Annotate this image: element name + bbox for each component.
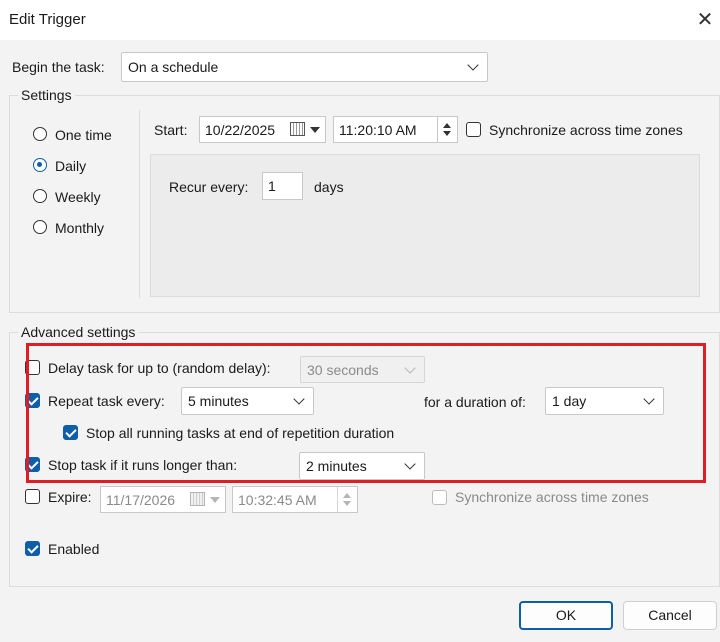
time-spinner[interactable] xyxy=(337,487,357,512)
expire-date-value: 11/17/2026 xyxy=(106,491,176,508)
time-spinner[interactable] xyxy=(437,117,457,142)
enabled-label[interactable]: Enabled xyxy=(48,540,99,558)
start-time-value: 11:20:10 AM xyxy=(339,121,417,138)
recur-every-label: Recur every: xyxy=(169,179,249,195)
enabled-checkbox[interactable] xyxy=(25,541,40,556)
expire-time-field[interactable]: 10:32:45 AM xyxy=(232,486,358,513)
start-date-value: 10/22/2025 xyxy=(205,121,276,138)
dropdown-arrow-icon[interactable] xyxy=(310,127,320,133)
expire-sync-label[interactable]: Synchronize across time zones xyxy=(455,488,649,506)
radio-daily[interactable] xyxy=(33,158,47,172)
expire-label[interactable]: Expire: xyxy=(48,488,92,506)
calendar-icon[interactable] xyxy=(290,122,305,136)
spin-up-icon[interactable] xyxy=(343,493,351,498)
recur-every-input[interactable]: 1 xyxy=(262,172,303,200)
advanced-settings-label: Advanced settings xyxy=(18,323,139,341)
sync-timezones-label[interactable]: Synchronize across time zones xyxy=(489,121,683,139)
ok-button[interactable]: OK xyxy=(519,601,613,630)
radio-daily-label[interactable]: Daily xyxy=(55,157,86,175)
dropdown-arrow-icon[interactable] xyxy=(210,497,220,503)
settings-divider xyxy=(139,110,140,298)
radio-one-time-label[interactable]: One time xyxy=(55,126,112,144)
recur-unit-label: days xyxy=(314,179,344,195)
calendar-icon[interactable] xyxy=(190,492,205,506)
radio-monthly[interactable] xyxy=(33,220,47,234)
spin-up-icon[interactable] xyxy=(443,123,451,128)
recur-every-value: 1 xyxy=(268,178,276,194)
radio-weekly[interactable] xyxy=(33,189,47,203)
start-label: Start: xyxy=(154,122,188,138)
start-date-picker[interactable]: 10/22/2025 xyxy=(199,116,326,143)
window-title: Edit Trigger xyxy=(9,11,86,28)
radio-monthly-label[interactable]: Monthly xyxy=(55,219,104,237)
cancel-button[interactable]: Cancel xyxy=(623,601,717,630)
settings-group-label: Settings xyxy=(18,86,75,104)
recurrence-panel xyxy=(150,154,700,297)
radio-weekly-label[interactable]: Weekly xyxy=(55,188,101,206)
expire-date-picker[interactable]: 11/17/2026 xyxy=(100,486,226,513)
begin-task-value: On a schedule xyxy=(128,59,219,75)
begin-task-label: Begin the task: xyxy=(12,59,105,75)
begin-task-dropdown[interactable]: On a schedule xyxy=(121,52,488,82)
highlight-box xyxy=(26,343,706,483)
title-bar: Edit Trigger ✕ xyxy=(0,0,720,40)
spin-down-icon[interactable] xyxy=(443,131,451,136)
start-time-field[interactable]: 11:20:10 AM xyxy=(333,116,458,143)
sync-timezones-checkbox[interactable] xyxy=(466,122,481,137)
expire-time-value: 10:32:45 AM xyxy=(238,491,317,508)
spin-down-icon[interactable] xyxy=(343,501,351,506)
chevron-down-icon xyxy=(467,59,479,71)
close-icon[interactable]: ✕ xyxy=(692,8,718,32)
radio-one-time[interactable] xyxy=(33,127,47,141)
expire-checkbox[interactable] xyxy=(25,489,40,504)
expire-sync-checkbox[interactable] xyxy=(432,490,447,505)
